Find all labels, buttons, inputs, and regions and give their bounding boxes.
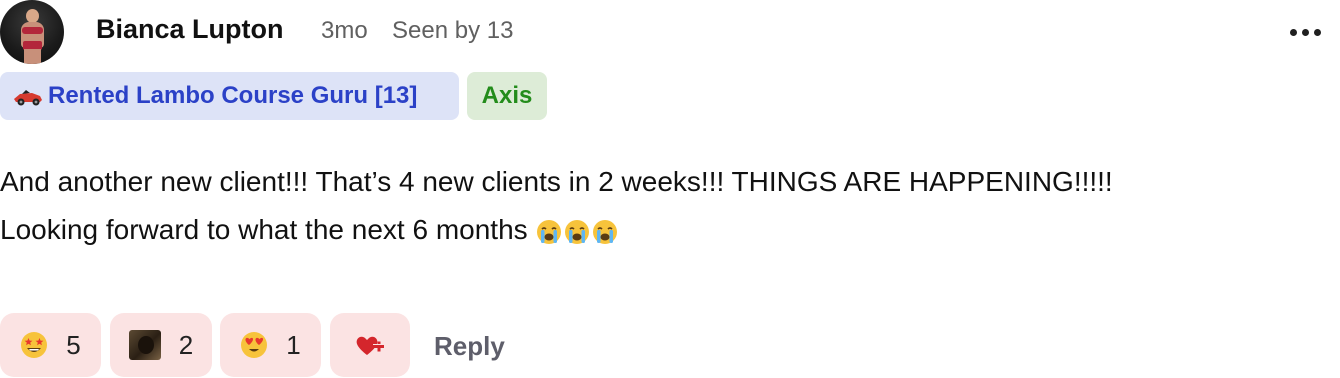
reaction-photo-button[interactable]: 2 — [110, 313, 212, 377]
group-tag-badge[interactable]: Rented Lambo Course Guru [13] — [0, 72, 459, 120]
race-car-icon — [14, 90, 42, 106]
post-body-line: And another new client!!! That’s 4 new c… — [0, 166, 1113, 197]
star-struck-emoji-icon — [21, 332, 48, 358]
channel-tag-label: Axis — [481, 82, 533, 109]
group-tag-label: Rented Lambo Course Guru [13] — [48, 82, 418, 109]
loudly-crying-face-icon — [536, 219, 561, 244]
post-body-line: Looking forward to what the next 6 month… — [0, 206, 1320, 254]
user-photo-reaction-icon — [128, 330, 161, 360]
author-avatar[interactable] — [0, 0, 64, 64]
emoji-group — [536, 219, 618, 245]
dot — [1290, 28, 1297, 36]
seen-by-count[interactable]: Seen by 13 — [392, 17, 513, 45]
reaction-count: 5 — [66, 329, 81, 360]
reaction-count: 1 — [286, 329, 301, 360]
add-reaction-button[interactable] — [330, 313, 410, 377]
avatar-figure-legs — [24, 49, 41, 64]
author-name[interactable]: Bianca Lupton — [96, 14, 284, 45]
loudly-crying-face-icon — [564, 219, 589, 244]
post-time: 3mo — [321, 17, 368, 44]
reply-button[interactable]: Reply — [434, 331, 505, 362]
loudly-crying-face-icon — [592, 219, 617, 244]
post-body-line-text: Looking forward to what the next 6 month… — [0, 214, 528, 245]
avatar-figure-top — [22, 27, 43, 34]
channel-tag-badge[interactable]: Axis — [467, 72, 547, 120]
more-options-icon[interactable] — [1290, 24, 1326, 40]
dot — [1302, 28, 1309, 36]
reaction-star-struck-button[interactable]: 5 — [0, 313, 101, 377]
dot — [1314, 28, 1321, 36]
reaction-count: 2 — [178, 329, 194, 360]
reaction-heart-eyes-button[interactable]: 1 — [220, 313, 321, 377]
avatar-figure-head — [26, 9, 39, 23]
post-body: And another new client!!! That’s 4 new c… — [0, 158, 1320, 254]
heart-eyes-emoji-icon — [241, 332, 268, 358]
add-heart-reaction-icon — [356, 336, 385, 355]
